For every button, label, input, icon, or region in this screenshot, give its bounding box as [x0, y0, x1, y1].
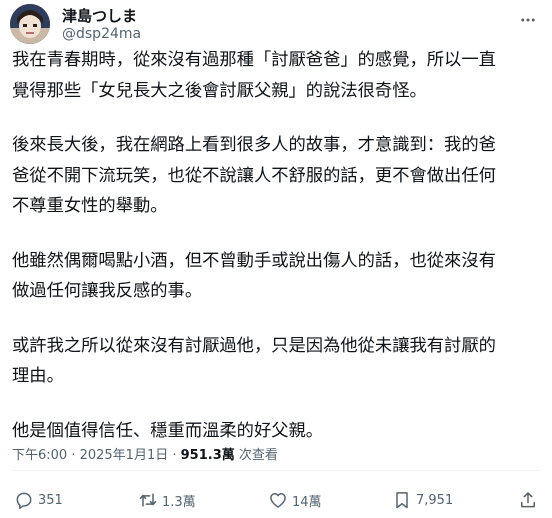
reply-button[interactable]: 351 [14, 488, 63, 512]
share-button[interactable] [518, 488, 538, 512]
repost-button[interactable]: 1.3萬 [138, 488, 196, 512]
bookmark-icon [396, 492, 408, 509]
repost-count: 1.3萬 [162, 494, 196, 510]
action-bar: 351 1.3萬 14萬 7,951 [0, 484, 552, 516]
views-label: 次查看 [234, 448, 278, 463]
views-count: 951.3萬 [180, 448, 235, 463]
author-name[interactable]: 津島つしま [62, 5, 137, 26]
post-paragraph: 他是個值得信任、穩重而溫柔的好父親。 [12, 420, 324, 441]
post-meta: 下午6:00 · 2025年1月1日 · 951.3萬 次查看 [12, 444, 278, 463]
post-paragraph: 後來長大後，我在網路上看到很多人的故事，才意識到：我的爸 爸從不開下流玩笑，也從… [12, 135, 496, 216]
share-icon [521, 492, 535, 508]
post-body: 我在青春期時，從來沒有過那種「討厭爸爸」的感覺，所以一直 覺得那些「女兒長大之後… [12, 45, 544, 446]
post-timestamp[interactable]: 下午6:00 · 2025年1月1日 · [12, 448, 181, 463]
like-button[interactable]: 14萬 [268, 488, 322, 512]
post-paragraph: 或許我之所以從來沒有討厭過他，只是因為他從未讓我有討厭的 理由。 [12, 335, 496, 387]
bookmark-button[interactable]: 7,951 [392, 488, 453, 512]
reply-icon [16, 492, 32, 510]
divider [12, 470, 540, 471]
heart-icon [270, 493, 286, 508]
repost-icon [139, 493, 157, 507]
bookmark-count: 7,951 [416, 492, 454, 508]
reply-count: 351 [38, 492, 63, 508]
post-paragraph: 他雖然偶爾喝點小酒，但不曾動手或說出傷人的話，也從來沒有 做過任何讓我反感的事。 [12, 250, 496, 302]
like-count: 14萬 [292, 494, 322, 510]
post-paragraph: 我在青春期時，從來沒有過那種「討厭爸爸」的感覺，所以一直 覺得那些「女兒長大之後… [12, 50, 496, 101]
author-handle[interactable]: @dsp24ma [62, 26, 141, 42]
post-header: 津島つしま @dsp24ma [0, 0, 552, 48]
avatar[interactable] [10, 4, 50, 44]
more-horizontal-icon[interactable] [516, 8, 540, 32]
